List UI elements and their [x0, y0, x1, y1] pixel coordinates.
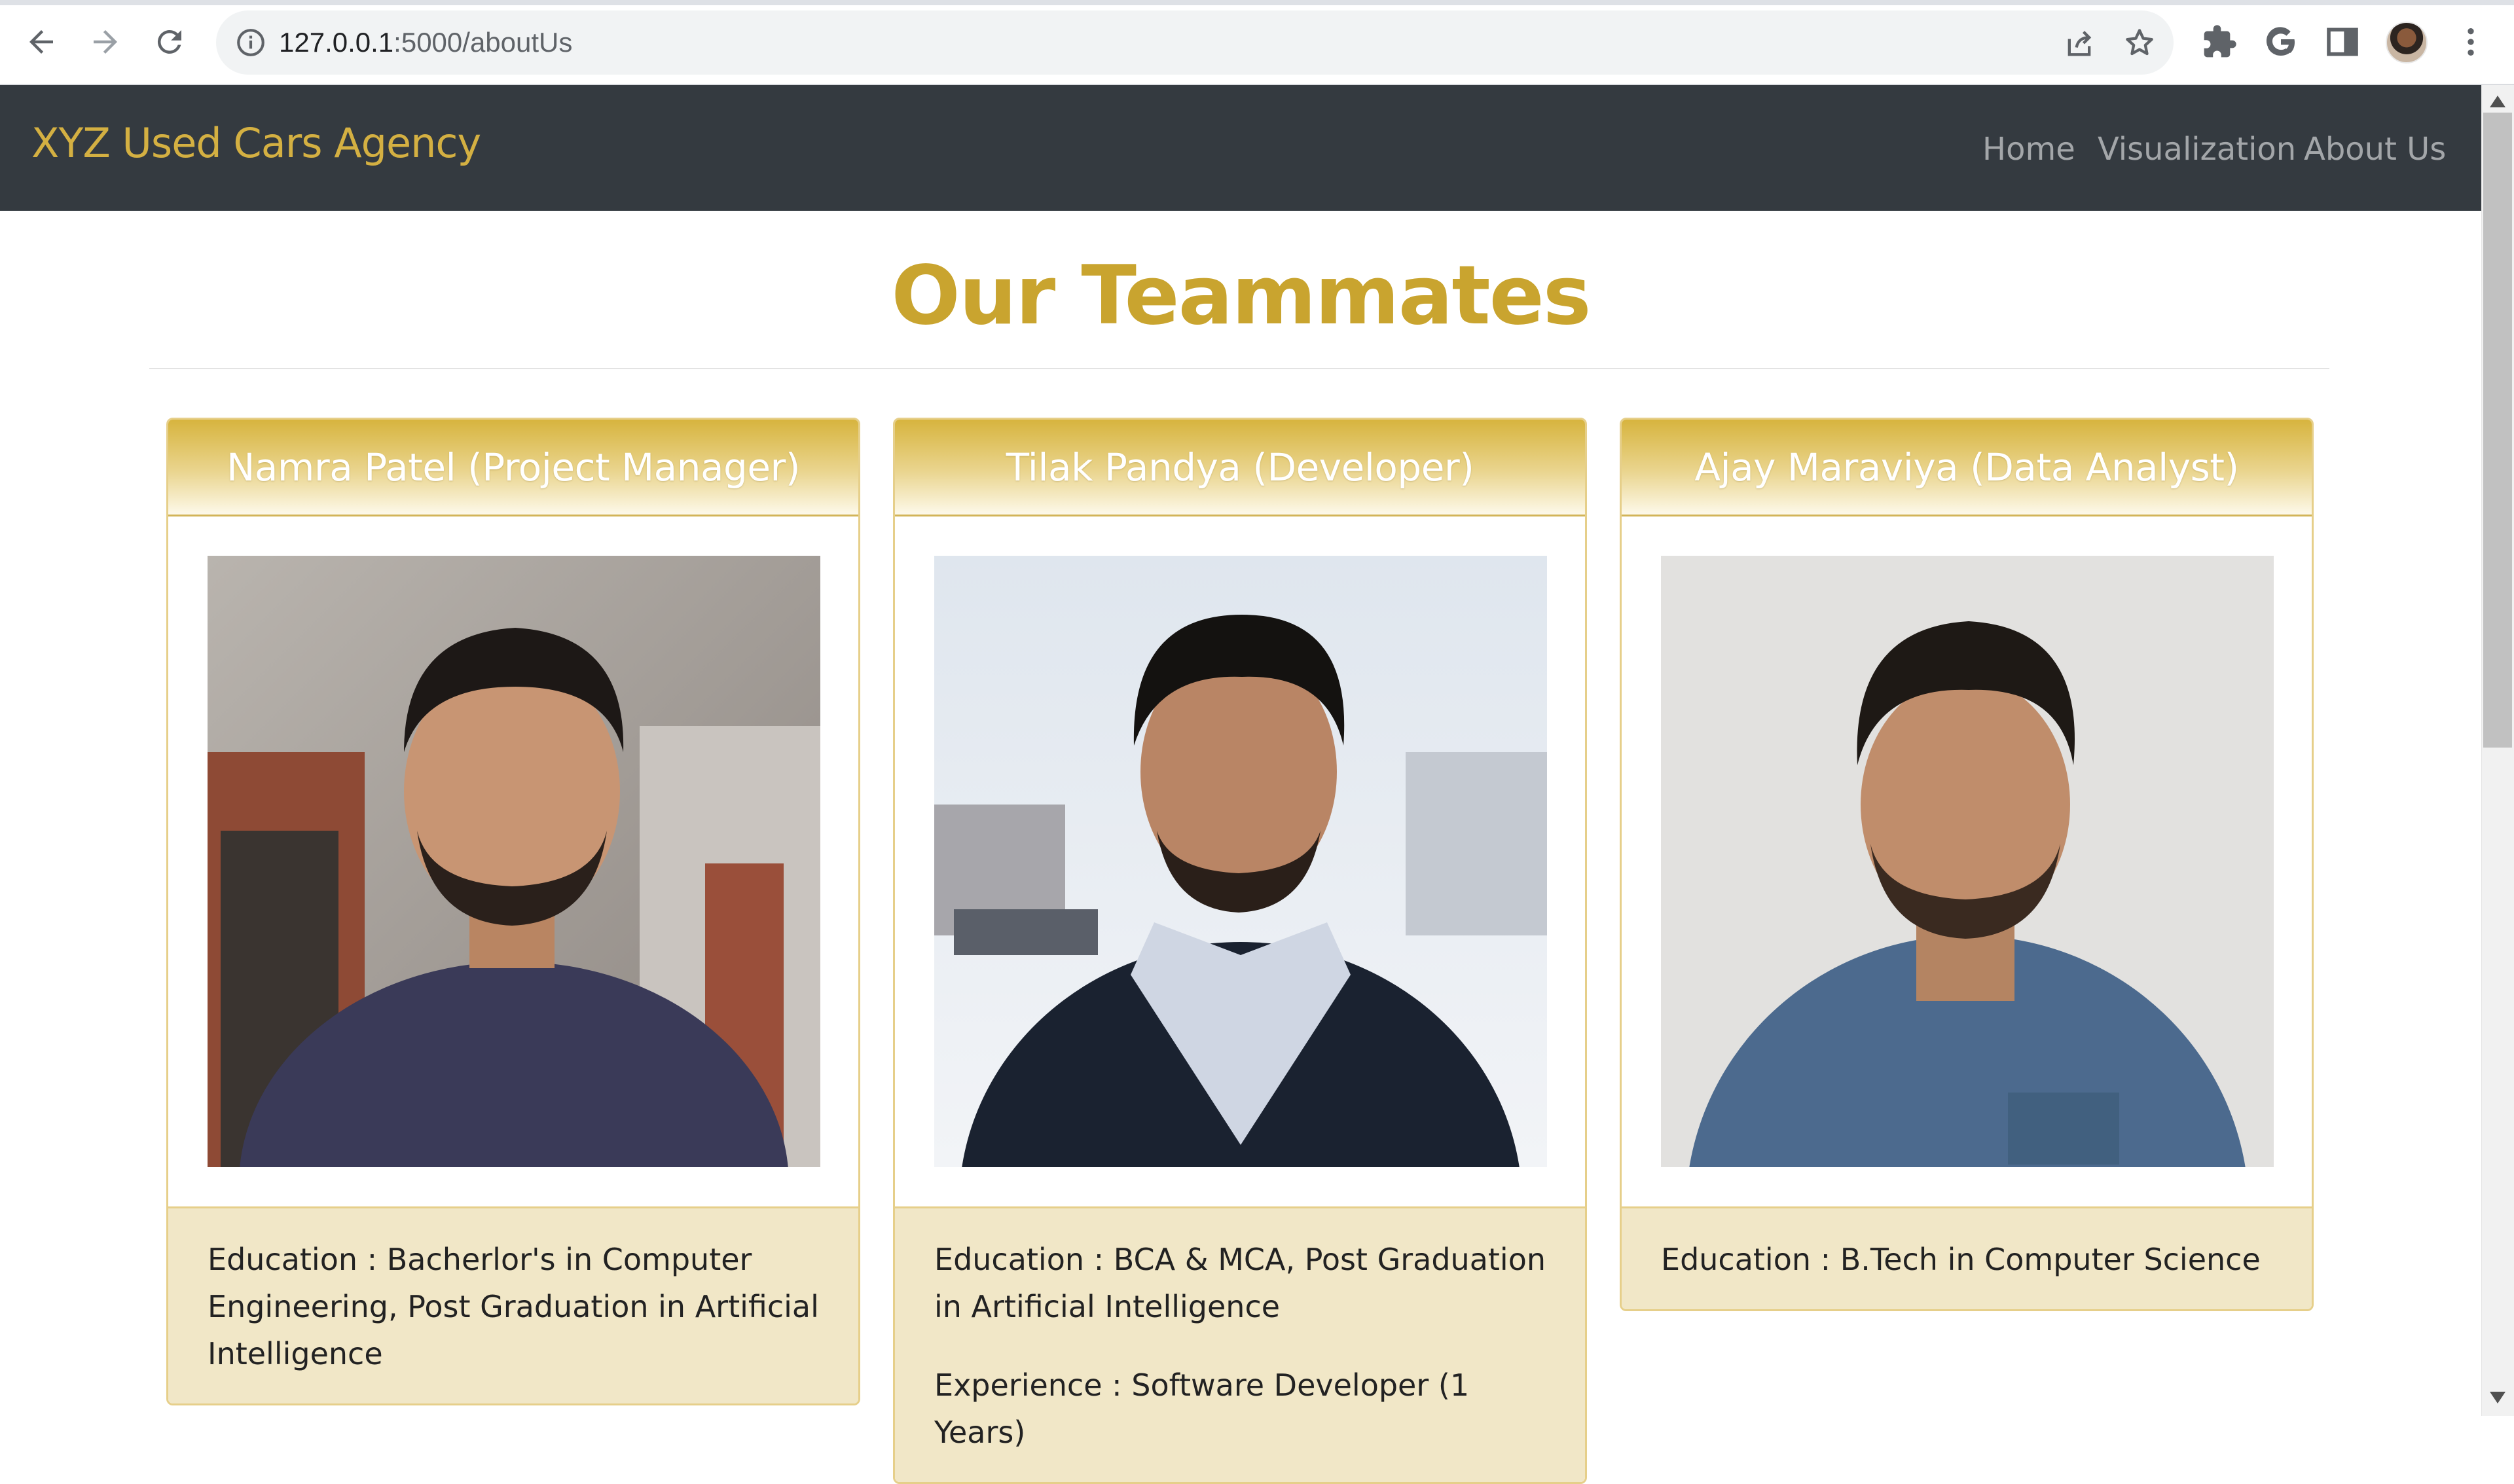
nav-home[interactable]: Home [1982, 131, 2075, 168]
portrait-photo [1661, 556, 2274, 1167]
reload-icon [157, 29, 181, 54]
team-card: Namra Patel (Project Manager) Education … [166, 418, 860, 1405]
google-icon[interactable] [2263, 24, 2299, 60]
education-text: Education : Bacherlor's in Computer Engi… [208, 1242, 819, 1371]
url-host: 127.0.0.1 [279, 27, 394, 58]
kebab-menu-icon[interactable] [2452, 24, 2489, 60]
team-card: Ajay Maraviya (Data Analyst) Education :… [1620, 418, 2314, 1311]
tab-strip-edge [0, 0, 2514, 5]
team-member-name: Ajay Maraviya (Data Analyst) [1622, 420, 2312, 516]
info-icon[interactable] [234, 26, 267, 59]
team-card: Tilak Pandya (Developer) Education : BCA… [893, 418, 1587, 1484]
education-text: Education : B.Tech in Computer Science [1661, 1242, 2261, 1277]
team-member-details: Education : BCA & MCA, Post Graduation i… [895, 1206, 1585, 1482]
portrait-photo [208, 556, 820, 1167]
url-text[interactable]: 127.0.0.1:5000/aboutUs [279, 24, 572, 62]
back-button[interactable] [17, 18, 65, 66]
team-member-details: Education : B.Tech in Computer Science [1622, 1206, 2312, 1309]
side-panel-icon[interactable] [2324, 24, 2361, 60]
portrait-photo [934, 556, 1547, 1167]
team-member-name: Tilak Pandya (Developer) [895, 420, 1585, 516]
scroll-up-icon[interactable] [2488, 92, 2507, 111]
team-member-name: Namra Patel (Project Manager) [168, 420, 858, 516]
puzzle-icon[interactable] [2201, 24, 2238, 60]
title-divider [149, 368, 2329, 369]
nav-about-us[interactable]: About Us [2304, 131, 2446, 168]
browser-toolbar: 127.0.0.1:5000/aboutUs [0, 0, 2514, 85]
education-text: Education : BCA & MCA, Post Graduation i… [934, 1242, 1546, 1324]
nav-visualization[interactable]: Visualization [2098, 131, 2296, 168]
forward-button[interactable] [81, 18, 130, 66]
page-title: Our Teammates [891, 249, 1591, 343]
scrollbar-thumb[interactable] [2483, 113, 2512, 748]
profile-avatar[interactable] [2386, 22, 2428, 63]
site-navbar: XYZ Used Cars Agency Home Visualization … [0, 85, 2481, 211]
experience-text: Experience : Software Developer (1 Years… [934, 1367, 1470, 1450]
forward-arrow-icon [94, 30, 117, 54]
url-path: :5000/aboutUs [393, 27, 573, 58]
reload-button[interactable] [145, 18, 194, 66]
team-member-photo [208, 556, 820, 1167]
scroll-down-icon[interactable] [2488, 1388, 2507, 1407]
brand-link[interactable]: XYZ Used Cars Agency [31, 119, 481, 167]
star-icon[interactable] [2122, 26, 2157, 60]
team-member-details: Education : Bacherlor's in Computer Engi… [168, 1206, 858, 1403]
team-member-photo [1661, 556, 2274, 1167]
share-icon[interactable] [2062, 26, 2096, 60]
team-member-photo [934, 556, 1547, 1167]
back-arrow-icon [29, 30, 53, 54]
address-bar[interactable]: 127.0.0.1:5000/aboutUs [216, 10, 2174, 75]
